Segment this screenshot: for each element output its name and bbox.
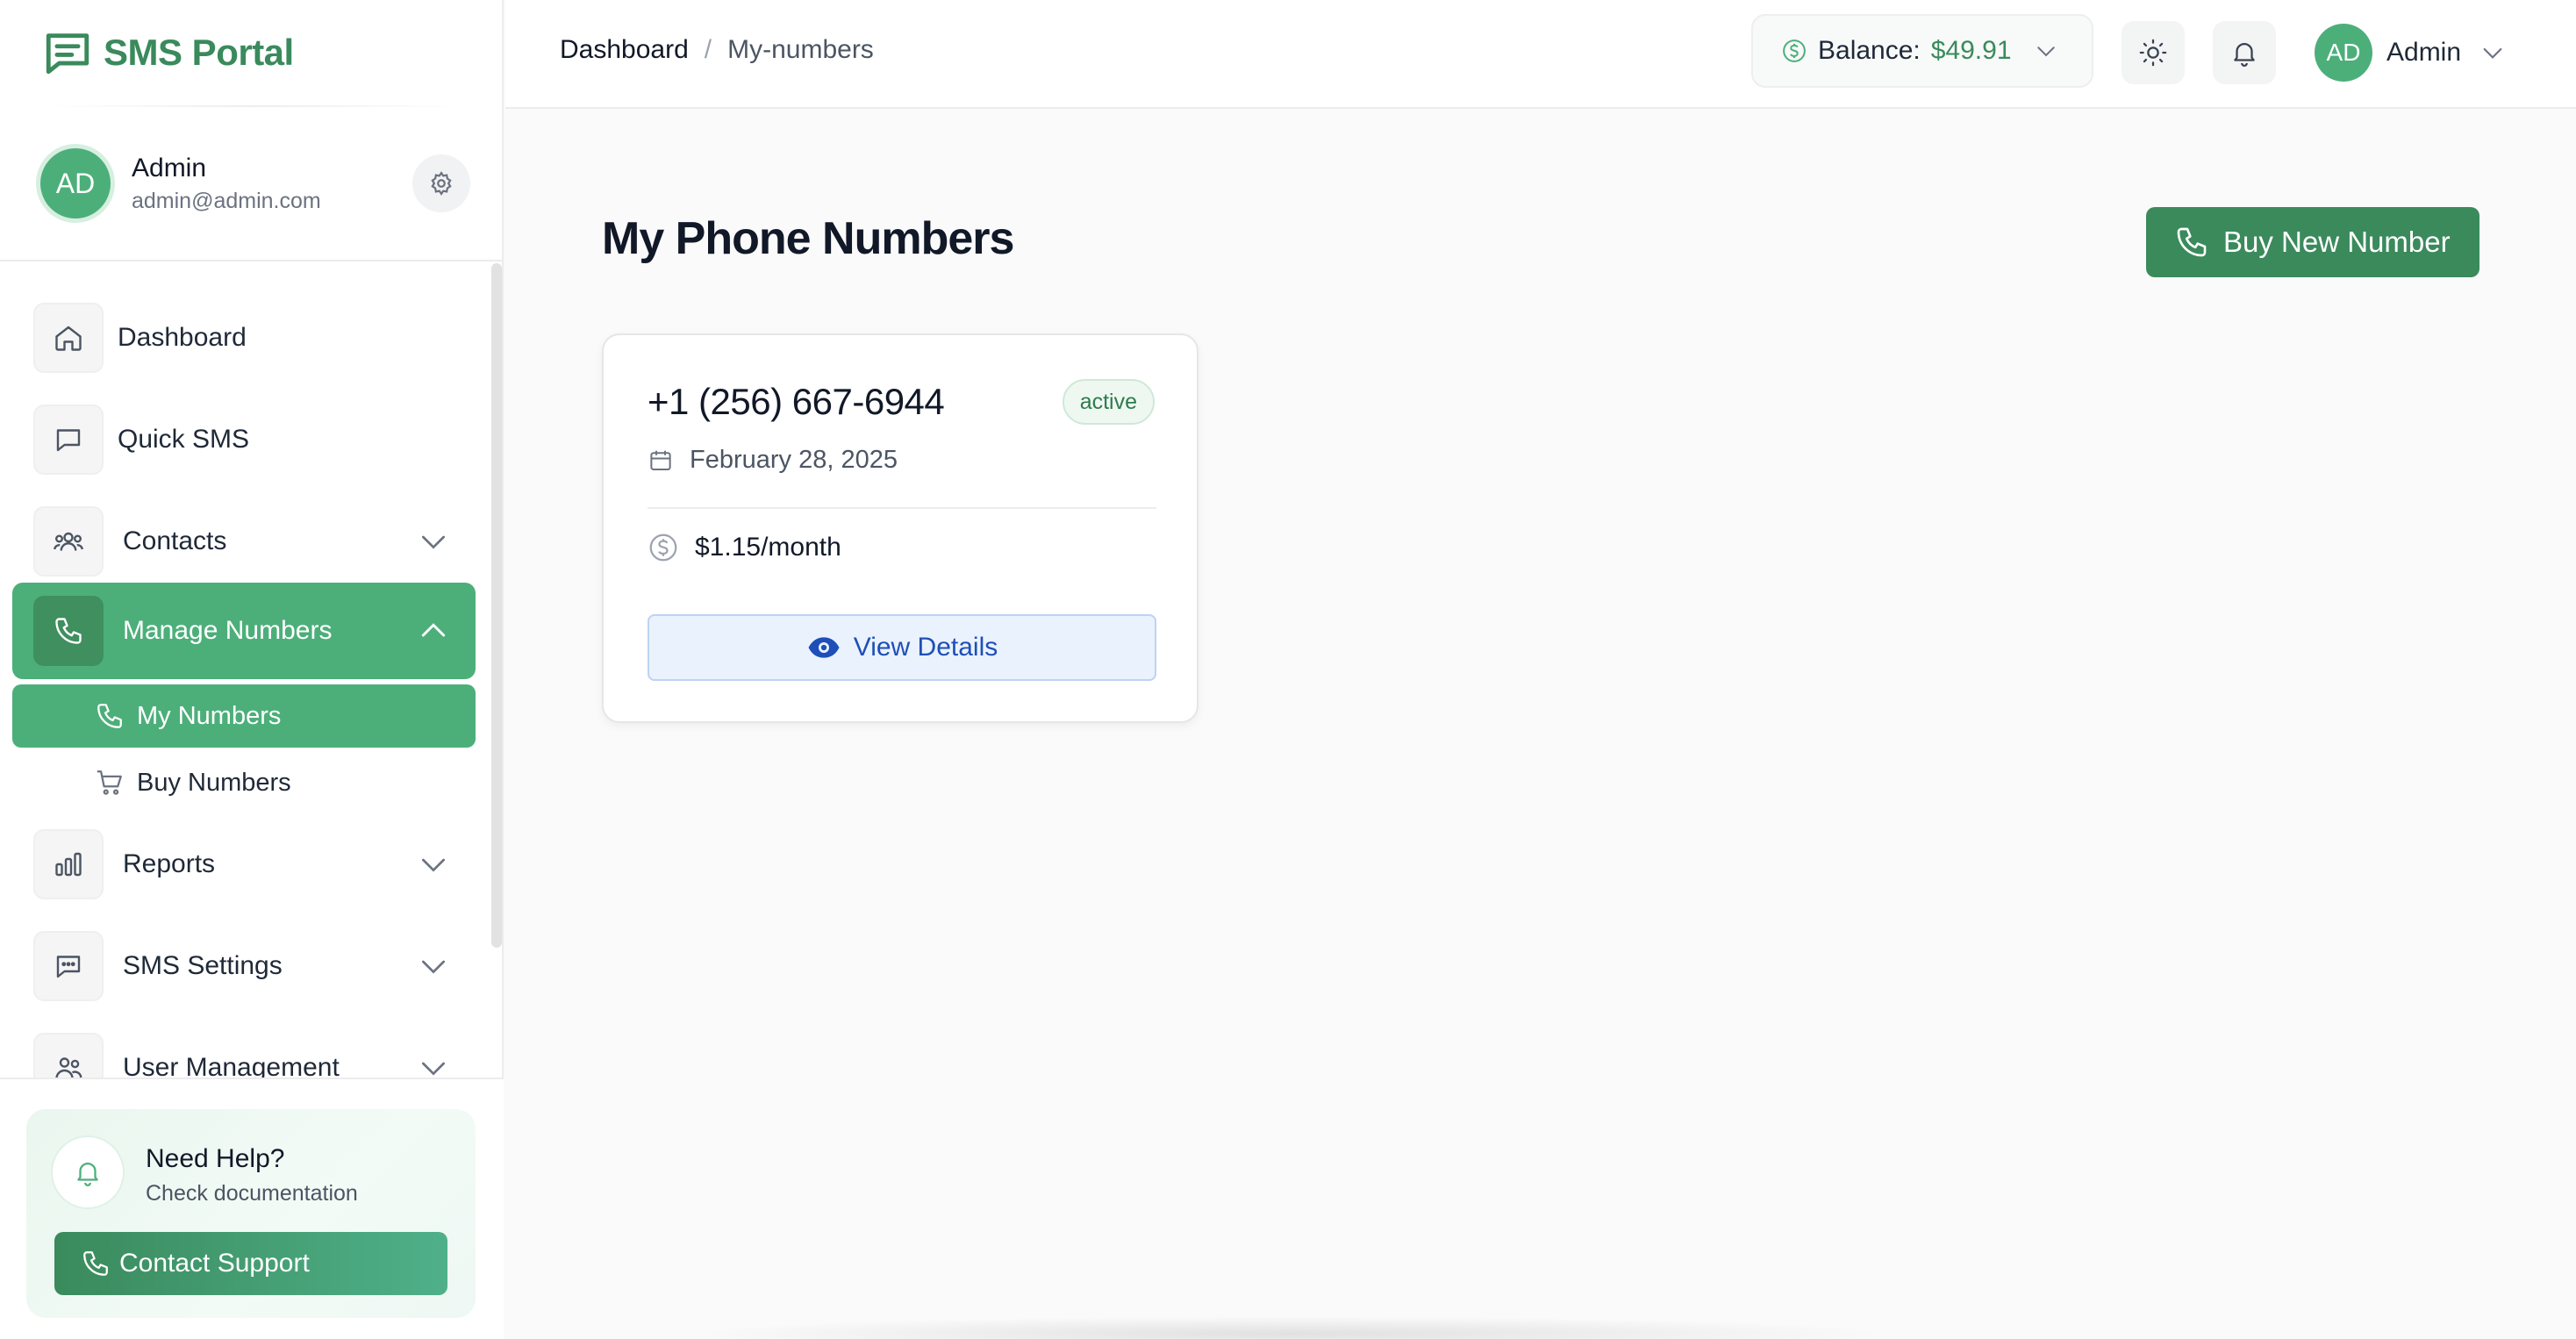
dollar-circle-icon xyxy=(1781,38,1807,64)
chevron-down-icon xyxy=(2479,39,2507,67)
chevron-down-icon xyxy=(2033,38,2059,64)
purchase-date: February 28, 2025 xyxy=(648,446,898,475)
divider xyxy=(648,507,1156,509)
help-title: Need Help? xyxy=(146,1144,285,1173)
status-badge: active xyxy=(1062,379,1155,425)
chat-bubble-icon xyxy=(42,27,93,78)
chevron-down-icon xyxy=(416,1050,451,1078)
theme-toggle-button[interactable] xyxy=(2122,21,2185,84)
help-subtitle: Check documentation xyxy=(146,1181,358,1206)
monthly-price-text: $1.15/month xyxy=(695,533,841,562)
app-name: SMS Portal xyxy=(104,32,294,73)
balance-label: Balance: xyxy=(1818,36,1921,65)
breadcrumb-separator: / xyxy=(704,35,712,64)
sidebar-subitem-my-numbers[interactable]: My Numbers xyxy=(12,684,476,748)
sidebar-subitem-label: Buy Numbers xyxy=(137,768,291,797)
user-email: admin@admin.com xyxy=(132,189,321,213)
chevron-down-icon xyxy=(416,524,451,559)
divider xyxy=(0,260,504,261)
breadcrumb: Dashboard / My-numbers xyxy=(560,35,874,65)
bell-icon xyxy=(2229,38,2259,68)
sidebar-item-quick-sms[interactable]: Quick SMS xyxy=(12,391,476,488)
sidebar-item-sms-settings[interactable]: SMS Settings xyxy=(12,918,476,1014)
phone-number-card: +1 (256) 667-6944 active February 28, 20… xyxy=(602,333,1199,723)
app-logo[interactable]: SMS Portal xyxy=(42,26,294,79)
buy-new-number-label: Buy New Number xyxy=(2223,226,2451,258)
avatar: AD xyxy=(40,148,111,218)
chevron-up-icon xyxy=(416,613,451,648)
home-icon xyxy=(33,303,104,373)
sidebar-subitem-buy-numbers[interactable]: Buy Numbers xyxy=(12,751,476,814)
divider xyxy=(49,105,462,107)
notifications-button[interactable] xyxy=(2213,21,2276,84)
cart-icon xyxy=(95,768,125,798)
contact-support-label: Contact Support xyxy=(119,1249,310,1278)
help-card: Need Help? Check documentation Contact S… xyxy=(26,1109,476,1318)
user-name: Admin xyxy=(132,154,207,183)
breadcrumb-dashboard[interactable]: Dashboard xyxy=(560,35,689,65)
scrollbar-thumb[interactable] xyxy=(491,263,502,948)
sidebar-scrollbar[interactable] xyxy=(491,263,502,948)
monthly-price: $1.15/month xyxy=(648,532,841,563)
sidebar-item-label: User Management xyxy=(123,1053,340,1078)
sidebar-item-label: Manage Numbers xyxy=(123,616,333,645)
balance-value: $49.91 xyxy=(1930,36,2012,65)
profile-name: Admin xyxy=(2386,38,2462,67)
sidebar-item-label: SMS Settings xyxy=(123,951,283,980)
help-section: Need Help? Check documentation Contact S… xyxy=(0,1078,504,1339)
gear-icon xyxy=(428,170,454,197)
chevron-down-icon xyxy=(416,847,451,882)
sidebar-item-dashboard[interactable]: Dashboard xyxy=(12,290,476,386)
phone-icon xyxy=(81,1249,111,1278)
chevron-down-icon xyxy=(416,949,451,984)
buy-new-number-button[interactable]: Buy New Number xyxy=(2146,207,2479,277)
phone-icon xyxy=(33,596,104,666)
sidebar-item-user-management[interactable]: User Management xyxy=(12,1020,476,1078)
sidebar-item-label: Dashboard xyxy=(118,323,247,352)
sidebar-item-label: Reports xyxy=(123,849,216,878)
profile-menu[interactable]: AD Admin xyxy=(2315,21,2507,84)
phone-icon xyxy=(2174,225,2209,260)
dollar-circle-icon xyxy=(648,532,679,563)
sidebar-item-label: Quick SMS xyxy=(118,425,250,454)
view-details-label: View Details xyxy=(853,633,998,662)
balance-dropdown[interactable]: Balance: $49.91 xyxy=(1751,14,2093,88)
phone-number: +1 (256) 667-6944 xyxy=(648,381,945,422)
avatar: AD xyxy=(2315,24,2372,82)
sidebar-nav: Dashboard Quick SMS Contacts Manage Numb… xyxy=(0,263,504,1078)
message-dots-icon xyxy=(33,931,104,1001)
phone-icon xyxy=(95,701,125,731)
contact-support-button[interactable]: Contact Support xyxy=(54,1232,447,1295)
sidebar-subitem-label: My Numbers xyxy=(137,701,282,730)
sidebar: SMS Portal AD Admin admin@admin.com Dash… xyxy=(0,0,504,1339)
settings-button[interactable] xyxy=(412,154,470,212)
view-details-button[interactable]: View Details xyxy=(648,614,1156,681)
purchase-date-text: February 28, 2025 xyxy=(690,446,898,474)
topbar: Dashboard / My-numbers Balance: $49.91 A… xyxy=(505,0,2576,109)
sidebar-item-label: Contacts xyxy=(123,526,227,555)
sun-icon xyxy=(2138,38,2168,68)
breadcrumb-current: My-numbers xyxy=(727,35,874,64)
bar-chart-icon xyxy=(33,829,104,899)
users-icon xyxy=(33,506,104,576)
page-title: My Phone Numbers xyxy=(602,213,1014,264)
sidebar-item-manage-numbers[interactable]: Manage Numbers xyxy=(12,583,476,679)
sidebar-item-contacts[interactable]: Contacts xyxy=(12,493,476,590)
users-icon xyxy=(33,1033,104,1078)
bell-icon xyxy=(53,1137,123,1207)
bottom-shadow xyxy=(684,1316,1895,1339)
user-card: AD Admin admin@admin.com xyxy=(40,146,470,221)
eye-icon xyxy=(806,630,841,665)
sidebar-item-reports[interactable]: Reports xyxy=(12,816,476,913)
calendar-icon xyxy=(648,448,674,474)
message-icon xyxy=(33,405,104,475)
